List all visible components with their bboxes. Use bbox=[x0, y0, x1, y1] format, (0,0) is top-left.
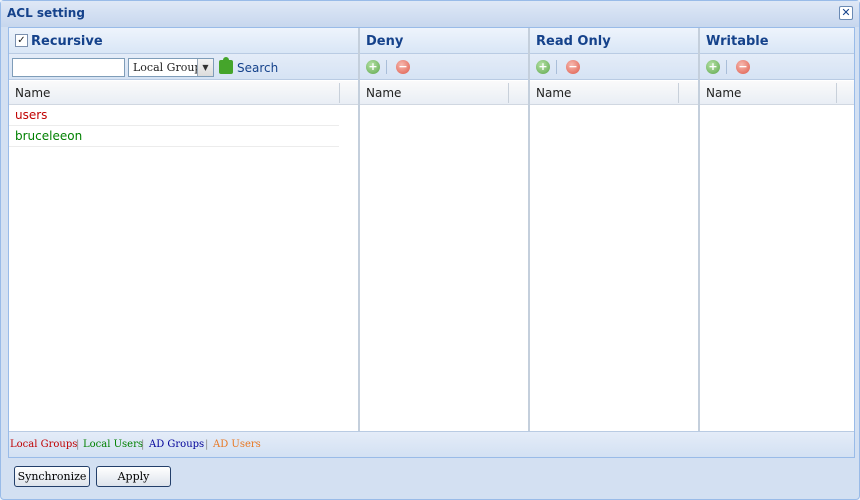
toolbar-separator bbox=[556, 60, 557, 74]
search-button[interactable]: Search bbox=[219, 57, 279, 76]
remove-icon[interactable]: − bbox=[566, 60, 580, 74]
legend-ad-groups: AD Groups bbox=[149, 439, 205, 450]
scope-select-value: Local Groups bbox=[133, 61, 208, 74]
scope-select[interactable]: Local Groups ▼ bbox=[128, 58, 214, 77]
source-panel: ✓ Recursive Local Groups ▼ Search Name u… bbox=[9, 28, 358, 431]
writable-panel: Writable + − Name bbox=[700, 28, 854, 431]
source-panel-header: ✓ Recursive bbox=[9, 28, 358, 54]
column-divider[interactable] bbox=[678, 83, 679, 103]
column-divider[interactable] bbox=[836, 83, 837, 103]
recursive-label: Recursive bbox=[31, 34, 103, 49]
close-icon: ✕ bbox=[841, 6, 851, 19]
deny-panel: Deny + − Name bbox=[360, 28, 528, 431]
writable-title: Writable bbox=[706, 34, 769, 49]
writable-grid-header: Name bbox=[700, 81, 854, 105]
name-column-header[interactable]: Name bbox=[15, 86, 50, 100]
list-item[interactable]: users bbox=[9, 105, 339, 126]
check-icon: ✓ bbox=[17, 35, 26, 46]
deny-title: Deny bbox=[366, 34, 404, 49]
deny-grid-header: Name bbox=[360, 81, 528, 105]
list-item-label: users bbox=[15, 108, 48, 122]
legend-separator: | bbox=[141, 439, 145, 450]
list-item[interactable]: bruceleeon bbox=[9, 126, 339, 147]
read-only-panel: Read Only + − Name bbox=[530, 28, 698, 431]
add-icon[interactable]: + bbox=[536, 60, 550, 74]
writable-panel-header: Writable bbox=[700, 28, 854, 54]
column-divider[interactable] bbox=[508, 83, 509, 103]
deny-panel-header: Deny bbox=[360, 28, 528, 54]
column-divider[interactable] bbox=[339, 83, 340, 103]
name-column-header[interactable]: Name bbox=[536, 86, 571, 100]
legend-separator: | bbox=[205, 439, 209, 450]
deny-toolbar: + − bbox=[360, 54, 528, 80]
source-toolbar: Local Groups ▼ Search bbox=[9, 54, 358, 80]
window-title: ACL setting bbox=[7, 6, 85, 20]
chevron-down-icon[interactable]: ▼ bbox=[197, 59, 213, 76]
legend-bar: Local Groups | Local Users | AD Groups |… bbox=[9, 431, 854, 457]
apply-button[interactable]: Apply bbox=[96, 466, 171, 487]
read-only-panel-header: Read Only bbox=[530, 28, 698, 54]
puzzle-icon bbox=[219, 57, 233, 74]
add-icon[interactable]: + bbox=[706, 60, 720, 74]
acl-panels: ✓ Recursive Local Groups ▼ Search Name u… bbox=[8, 27, 855, 458]
search-input[interactable] bbox=[12, 58, 125, 77]
source-grid-header: Name bbox=[9, 81, 358, 105]
acl-setting-window: ACL setting ✕ ✓ Recursive Local Groups ▼… bbox=[0, 0, 860, 500]
remove-icon[interactable]: − bbox=[736, 60, 750, 74]
list-item-label: bruceleeon bbox=[15, 129, 83, 143]
legend-local-users: Local Users bbox=[83, 439, 143, 450]
close-button[interactable]: ✕ bbox=[839, 6, 853, 20]
writable-toolbar: + − bbox=[700, 54, 854, 80]
remove-icon[interactable]: − bbox=[396, 60, 410, 74]
legend-ad-users: AD Users bbox=[213, 439, 261, 450]
toolbar-separator bbox=[386, 60, 387, 74]
name-column-header[interactable]: Name bbox=[706, 86, 741, 100]
read-only-grid-header: Name bbox=[530, 81, 698, 105]
search-button-label: Search bbox=[237, 61, 279, 75]
add-icon[interactable]: + bbox=[366, 60, 380, 74]
title-bar[interactable]: ACL setting ✕ bbox=[1, 1, 859, 27]
legend-separator: | bbox=[76, 439, 80, 450]
synchronize-button[interactable]: Synchronize bbox=[14, 466, 90, 487]
read-only-toolbar: + − bbox=[530, 54, 698, 80]
legend-local-groups: Local Groups bbox=[10, 439, 78, 450]
name-column-header[interactable]: Name bbox=[366, 86, 401, 100]
recursive-checkbox[interactable]: ✓ bbox=[15, 34, 28, 47]
read-only-title: Read Only bbox=[536, 34, 611, 49]
toolbar-separator bbox=[726, 60, 727, 74]
